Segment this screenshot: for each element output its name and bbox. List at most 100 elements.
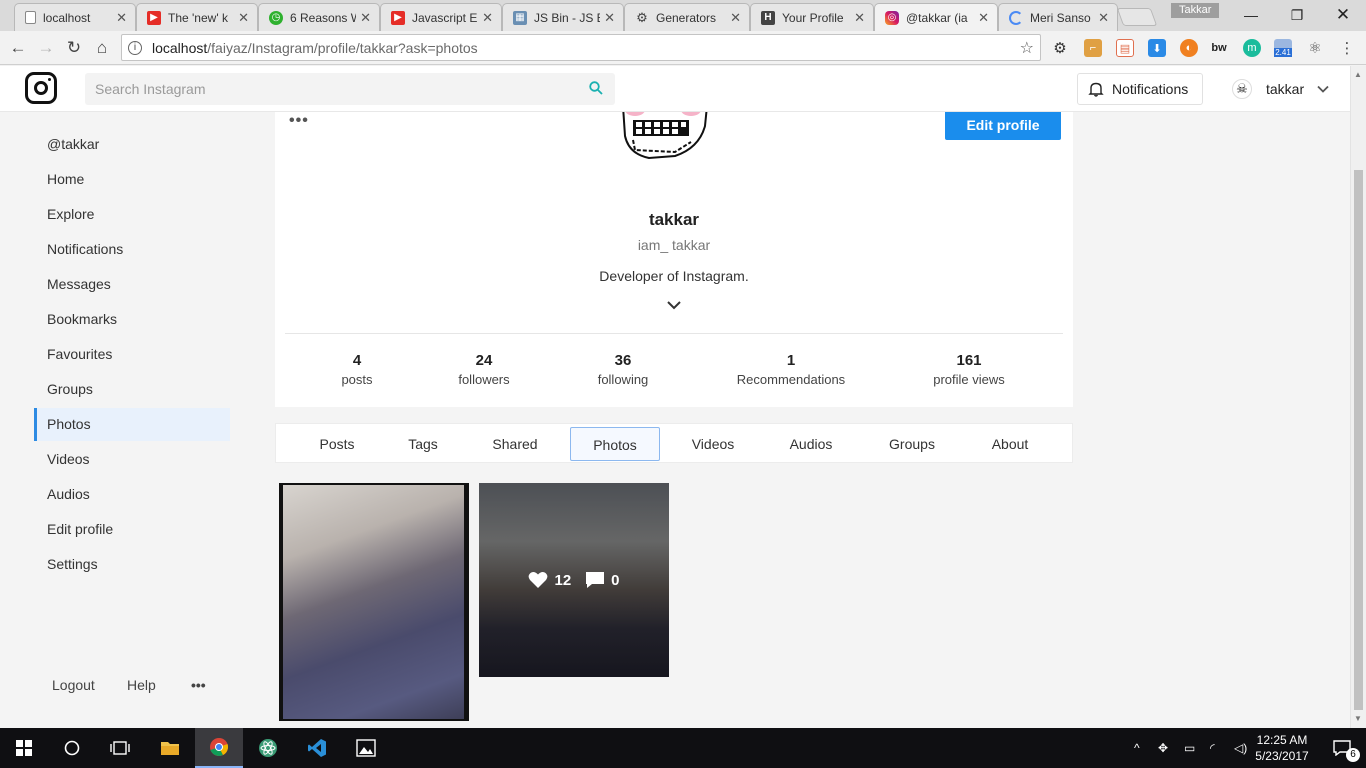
profile-more-icon[interactable]: ••• [289, 112, 309, 130]
calendar-extension-icon[interactable]: ▤ [1116, 39, 1134, 57]
stat-posts[interactable]: 4 posts [287, 352, 427, 387]
scroll-down-icon[interactable]: ▼ [1354, 714, 1362, 723]
vscode-icon[interactable] [293, 728, 341, 768]
sidebar-item-home[interactable]: Home [34, 163, 230, 196]
chevron-down-icon[interactable] [667, 298, 681, 312]
tab-tags[interactable]: Tags [384, 427, 462, 461]
stat-following[interactable]: 36 following [553, 352, 693, 387]
browser-tab[interactable]: localhost ✕ [14, 3, 136, 31]
restore-icon[interactable]: ❐ [1274, 0, 1320, 30]
tab-about[interactable]: About [971, 427, 1049, 461]
cortana-search-icon[interactable] [48, 728, 96, 768]
menu-icon[interactable]: ⋮ [1338, 39, 1356, 57]
page-scrollbar[interactable]: ▲ ▼ [1350, 66, 1366, 728]
m-extension-icon[interactable]: m [1243, 39, 1261, 57]
close-icon[interactable]: ✕ [730, 10, 741, 26]
sidebar-item-notifications[interactable]: Notifications [34, 233, 230, 266]
address-bar[interactable]: i localhost/faiyaz/Instagram/profile/tak… [121, 34, 1041, 61]
taskbar-clock[interactable]: 12:25 AM 5/23/2017 [1250, 732, 1314, 764]
sidebar-item-groups[interactable]: Groups [34, 373, 230, 406]
home-icon[interactable]: ⌂ [90, 36, 114, 60]
search-icon[interactable] [589, 81, 603, 95]
stat-recommendations[interactable]: 1 Recommendations [721, 352, 861, 387]
close-icon[interactable]: ✕ [604, 10, 615, 26]
close-icon[interactable]: ✕ [978, 10, 989, 26]
wifi-icon[interactable]: ◜ [1210, 741, 1228, 755]
minimize-icon[interactable]: — [1228, 0, 1274, 30]
browser-tab[interactable]: Meri Sanso ✕ [998, 3, 1118, 31]
badge-extension-icon[interactable]: 2.41 [1274, 39, 1292, 57]
search-input[interactable] [95, 81, 575, 97]
more-options-icon[interactable]: ••• [191, 677, 206, 693]
sidebar-item-photos[interactable]: Photos [34, 408, 230, 441]
sidebar-item-bookmarks[interactable]: Bookmarks [34, 303, 230, 336]
user-menu-button[interactable]: ☠ takkar [1226, 73, 1340, 105]
scroll-up-icon[interactable]: ▲ [1354, 70, 1362, 79]
tab-audios[interactable]: Audios [772, 427, 850, 461]
chevron-up-icon[interactable]: ^ [1134, 741, 1148, 755]
browser-tab[interactable]: ◷ 6 Reasons W ✕ [258, 3, 380, 31]
atom-editor-icon[interactable] [244, 728, 292, 768]
info-icon[interactable]: i [128, 40, 142, 55]
sidebar-item-profile[interactable]: @takkar [34, 128, 230, 161]
windows-start-icon[interactable] [0, 728, 48, 768]
browser-tab[interactable]: ▶ The 'new' k ✕ [136, 3, 258, 31]
page-viewport: @takkar Home Explore Notifications Messa… [0, 66, 1350, 728]
sidebar-item-edit-profile[interactable]: Edit profile [34, 513, 230, 546]
forward-icon[interactable]: → [34, 36, 58, 60]
tab-photos[interactable]: Photos [570, 427, 660, 461]
bw-extension-icon[interactable]: bw [1210, 39, 1228, 57]
sidebar-item-messages[interactable]: Messages [34, 268, 230, 301]
ruler-extension-icon[interactable]: ⌐ [1084, 39, 1102, 57]
bookmark-star-icon[interactable]: ☆ [1020, 38, 1034, 58]
photo-tile[interactable]: 12 0 [479, 483, 669, 677]
scrollbar-thumb[interactable] [1354, 170, 1363, 710]
tab-videos[interactable]: Videos [674, 427, 752, 461]
photos-app-icon[interactable] [342, 728, 390, 768]
dropbox-icon[interactable]: ✥ [1158, 741, 1176, 755]
photo-tile[interactable] [279, 483, 469, 721]
sidebar-item-videos[interactable]: Videos [34, 443, 230, 476]
notifications-button[interactable]: Notifications [1077, 73, 1203, 105]
logout-link[interactable]: Logout [52, 677, 95, 693]
stat-followers[interactable]: 24 followers [414, 352, 554, 387]
stat-profile-views[interactable]: 161 profile views [899, 352, 1039, 387]
reload-icon[interactable]: ↻ [62, 36, 86, 60]
tab-groups[interactable]: Groups [873, 427, 951, 461]
close-icon[interactable]: ✕ [116, 10, 127, 26]
browser-tab[interactable]: H Your Profile ✕ [750, 3, 874, 31]
close-icon[interactable]: ✕ [854, 10, 865, 26]
close-icon[interactable]: ✕ [238, 10, 249, 26]
browser-tab[interactable]: ▶ Javascript E ✕ [380, 3, 502, 31]
new-tab-button[interactable] [1116, 8, 1158, 26]
round-extension-icon[interactable]: ◐ [1180, 39, 1198, 57]
help-link[interactable]: Help [127, 677, 156, 693]
tab-posts[interactable]: Posts [298, 427, 376, 461]
sidebar-item-audios[interactable]: Audios [34, 478, 230, 511]
tab-shared[interactable]: Shared [476, 427, 554, 461]
sidebar-item-explore[interactable]: Explore [34, 198, 230, 231]
chrome-taskbar-icon[interactable] [195, 728, 243, 768]
browser-tab[interactable]: ▦ JS Bin - JS B ✕ [502, 3, 624, 31]
instagram-logo-icon[interactable] [25, 72, 57, 104]
action-center-icon[interactable]: 6 [1318, 728, 1366, 768]
edit-profile-button[interactable]: Edit profile [945, 110, 1061, 140]
close-icon[interactable]: ✕ [482, 10, 493, 26]
back-icon[interactable]: ← [6, 36, 30, 60]
close-window-icon[interactable]: ✕ [1320, 0, 1366, 30]
battery-icon[interactable]: ▭ [1184, 741, 1202, 755]
sidebar-item-favourites[interactable]: Favourites [34, 338, 230, 371]
browser-profile-chip[interactable]: Takkar [1171, 3, 1220, 18]
browser-tab-active[interactable]: ◎ @takkar (ia ✕ [874, 3, 998, 31]
browser-tab[interactable]: ⚙ Generators ✕ [624, 3, 750, 31]
youtube-icon: ▶ [147, 10, 161, 25]
close-icon[interactable]: ✕ [1098, 10, 1109, 26]
download-extension-icon[interactable]: ⬇ [1148, 39, 1166, 57]
sidebar-item-label: Explore [47, 206, 95, 222]
sidebar-item-settings[interactable]: Settings [34, 548, 230, 581]
file-explorer-icon[interactable] [146, 728, 194, 768]
settings-extension-icon[interactable]: ⚙ [1051, 39, 1069, 57]
react-extension-icon[interactable]: ⚛ [1306, 39, 1324, 57]
close-icon[interactable]: ✕ [360, 10, 371, 26]
task-view-icon[interactable] [96, 728, 144, 768]
